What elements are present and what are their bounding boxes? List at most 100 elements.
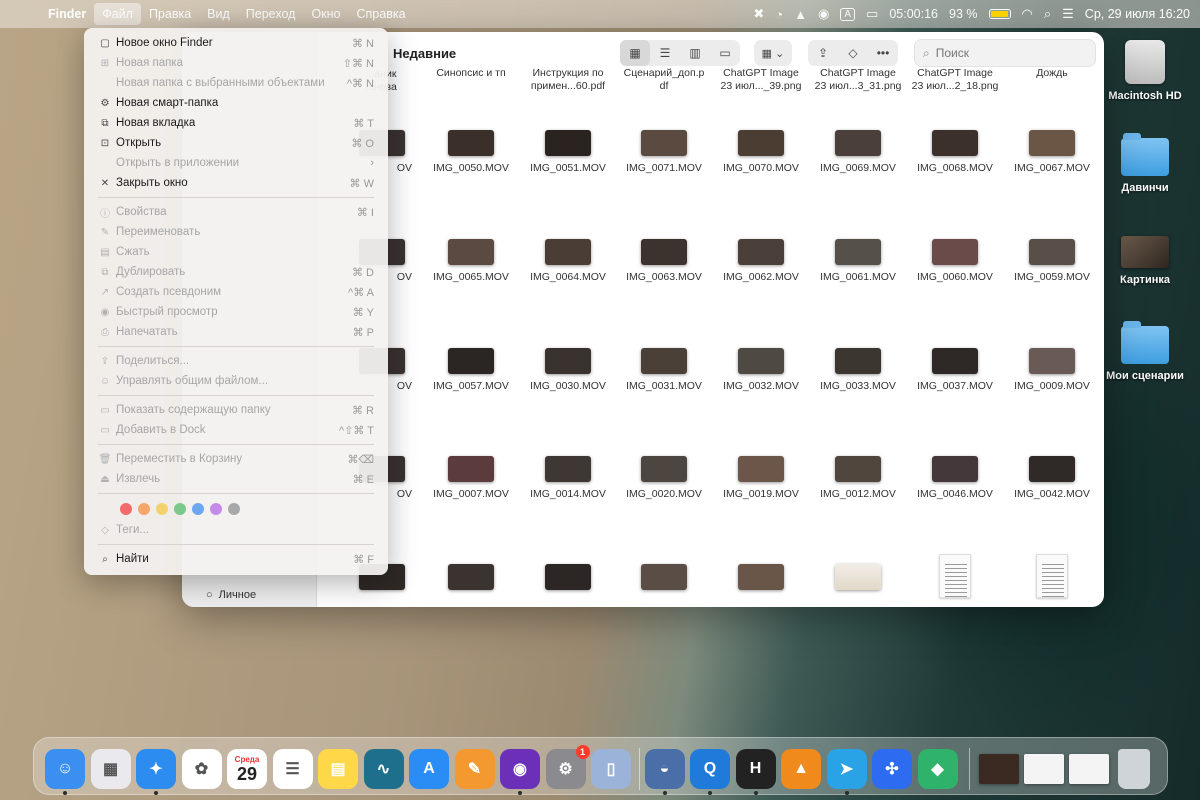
file-item[interactable]: IMG_0032.MOV bbox=[713, 348, 809, 393]
file-item[interactable]: ChatGPT Image 23 июл...2_18.png bbox=[907, 67, 1003, 93]
document-thumb-icon[interactable] bbox=[1024, 754, 1064, 784]
tag-icon[interactable]: ◇ bbox=[838, 40, 868, 66]
desktop-icon-picture[interactable]: Картинка bbox=[1100, 236, 1190, 286]
menu-view[interactable]: Вид bbox=[199, 3, 238, 25]
freeform-icon[interactable]: ∿ bbox=[363, 749, 404, 789]
hype-icon[interactable]: H bbox=[735, 749, 776, 789]
menu-file[interactable]: Файл bbox=[94, 3, 141, 25]
file-item[interactable]: IMG_0046.MOV bbox=[907, 456, 1003, 501]
file-item[interactable]: IMG_0007.MOV bbox=[423, 456, 519, 501]
input-source-icon[interactable]: A bbox=[840, 7, 856, 21]
file-item[interactable] bbox=[423, 564, 519, 596]
calendar-icon[interactable]: Среда 29 bbox=[227, 749, 267, 789]
file-item[interactable]: IMG_0057.MOV bbox=[423, 348, 519, 393]
telegram-icon[interactable]: ➤ bbox=[826, 749, 867, 789]
tag-color-dot[interactable] bbox=[174, 503, 186, 515]
timer-readout[interactable]: 05:00:16 bbox=[889, 7, 938, 21]
vlc-status-icon[interactable]: ▲ bbox=[794, 7, 807, 22]
robot-icon[interactable]: ◒ bbox=[644, 749, 685, 789]
desktop-icon-davinci[interactable]: Давинчи bbox=[1100, 133, 1190, 194]
menu-item[interactable]: ⓘ Свойства ⌘ I bbox=[90, 202, 382, 222]
search-icon[interactable]: ⌕ bbox=[1044, 6, 1051, 22]
file-item[interactable]: IMG_0069.MOV bbox=[810, 130, 906, 175]
more-icon[interactable]: ••• bbox=[868, 40, 898, 66]
menu-item[interactable]: ⊞ Новая папка ⇧⌘ N bbox=[90, 53, 382, 73]
document-thumb-icon[interactable] bbox=[979, 754, 1019, 784]
file-item[interactable] bbox=[713, 564, 809, 596]
launchpad-icon[interactable]: ▦ bbox=[90, 749, 131, 789]
tag-color-dot[interactable] bbox=[120, 503, 132, 515]
menu-item[interactable]: ▤ Сжать bbox=[90, 242, 382, 262]
menu-go[interactable]: Переход bbox=[238, 3, 304, 25]
timer-icon[interactable]: ▭ bbox=[866, 6, 878, 22]
menu-edit[interactable]: Правка bbox=[141, 3, 199, 25]
file-item[interactable]: IMG_0033.MOV bbox=[810, 348, 906, 393]
settings-icon[interactable]: ⚙ 1 bbox=[545, 745, 590, 789]
file-item[interactable]: IMG_0060.MOV bbox=[907, 239, 1003, 284]
green-app-icon[interactable]: ◆ bbox=[917, 749, 958, 789]
menu-item[interactable]: Новая папка с выбранными объектами ^⌘ N bbox=[90, 73, 382, 93]
file-item[interactable]: ChatGPT Image 23 июл..._39.png bbox=[713, 67, 809, 93]
menu-item-find[interactable]: ⌕ Найти ⌘ F bbox=[90, 549, 382, 569]
column-view-icon[interactable]: ▥ bbox=[680, 40, 710, 66]
quicktime-icon[interactable]: Q bbox=[690, 749, 730, 789]
notes-icon[interactable]: ▤ bbox=[318, 749, 358, 789]
menu-item[interactable]: ☺ Управлять общим файлом... bbox=[90, 371, 382, 391]
control-center-icon[interactable]: ☰ bbox=[1062, 6, 1074, 22]
clock[interactable]: Ср, 29 июля 16:20 bbox=[1085, 7, 1190, 21]
menu-item[interactable]: ↗ Создать псевдоним ^⌘ A bbox=[90, 282, 382, 302]
file-item[interactable]: IMG_0030.MOV bbox=[520, 348, 616, 393]
menu-item-tags[interactable]: ◇ Теги... bbox=[90, 520, 382, 540]
gallery-view-icon[interactable]: ▭ bbox=[710, 40, 740, 66]
menu-item[interactable]: ▭ Добавить в Dock ^⇧⌘ T bbox=[90, 420, 382, 440]
menu-finder[interactable]: Finder bbox=[40, 3, 94, 25]
file-item[interactable]: IMG_0051.MOV bbox=[520, 130, 616, 175]
file-item[interactable]: Дождь bbox=[1004, 67, 1100, 80]
file-item[interactable]: IMG_0012.MOV bbox=[810, 456, 906, 501]
menu-item[interactable]: ⇪ Поделиться... bbox=[90, 351, 382, 371]
menu-item[interactable]: ⏏ Извлечь ⌘ E bbox=[90, 469, 382, 489]
photos-icon[interactable]: ✿ bbox=[181, 749, 222, 789]
document-thumb-icon[interactable] bbox=[1069, 754, 1109, 784]
file-item[interactable]: IMG_0050.MOV bbox=[423, 130, 519, 175]
play-icon[interactable]: ◉ bbox=[818, 6, 829, 22]
file-item[interactable]: IMG_0009.MOV bbox=[1004, 348, 1100, 393]
tag-color-dot[interactable] bbox=[210, 503, 222, 515]
sidebar-item-personal[interactable]: ○ Личное bbox=[206, 589, 256, 601]
file-item[interactable]: IMG_0042.MOV bbox=[1004, 456, 1100, 501]
tag-color-dot[interactable] bbox=[192, 503, 204, 515]
menu-item[interactable]: ⊡ Открыть ⌘ O bbox=[90, 133, 382, 153]
finder-icon[interactable]: ☺ bbox=[45, 749, 85, 789]
menu-item[interactable]: Открыть в приложении › bbox=[90, 153, 382, 173]
file-item[interactable]: Сценарий_доп.p df bbox=[616, 67, 712, 93]
search-input[interactable] bbox=[935, 46, 1076, 60]
ipad-icon[interactable]: ▯ bbox=[591, 749, 631, 789]
icon-view-icon[interactable]: ▦ bbox=[620, 40, 650, 66]
desktop-icon-macintosh-hd[interactable]: Macintosh HD bbox=[1100, 40, 1190, 102]
vlc-icon[interactable]: ▲ bbox=[781, 749, 821, 789]
menu-item[interactable]: ◉ Быстрый просмотр ⌘ Y bbox=[90, 302, 382, 322]
file-item[interactable]: IMG_0020.MOV bbox=[616, 456, 712, 501]
tag-color-dot[interactable] bbox=[156, 503, 168, 515]
file-item[interactable] bbox=[810, 564, 906, 596]
file-item[interactable]: IMG_0068.MOV bbox=[907, 130, 1003, 175]
file-item[interactable]: IMG_0031.MOV bbox=[616, 348, 712, 393]
file-item[interactable] bbox=[907, 554, 1003, 604]
wifi-icon[interactable]: ◠ bbox=[1022, 6, 1033, 22]
menu-item[interactable]: ⧉ Новая вкладка ⌘ T bbox=[90, 113, 382, 133]
file-item[interactable]: IMG_0065.MOV bbox=[423, 239, 519, 284]
notification-icon[interactable]: ◔ bbox=[775, 7, 783, 22]
tag-color-dot[interactable] bbox=[138, 503, 150, 515]
group-by-button[interactable]: ▦ ⌄ bbox=[754, 40, 792, 66]
desktop-icon-my-scripts[interactable]: Мои сценарии bbox=[1100, 321, 1190, 382]
battery-icon[interactable] bbox=[988, 9, 1011, 19]
menu-item[interactable]: ✕ Закрыть окно ⌘ W bbox=[90, 173, 382, 193]
status-app-icon[interactable]: ✖ bbox=[753, 6, 764, 22]
firefox-icon[interactable]: ◉ bbox=[500, 749, 540, 789]
file-item[interactable]: IMG_0062.MOV bbox=[713, 239, 809, 284]
file-item[interactable] bbox=[616, 564, 712, 596]
menu-item[interactable]: ⧉ Дублировать ⌘ D bbox=[90, 262, 382, 282]
trash-dock-icon[interactable] bbox=[1118, 749, 1150, 789]
menu-window[interactable]: Окно bbox=[303, 3, 348, 25]
menu-item[interactable]: ⚙ Новая смарт-папка bbox=[90, 93, 382, 113]
